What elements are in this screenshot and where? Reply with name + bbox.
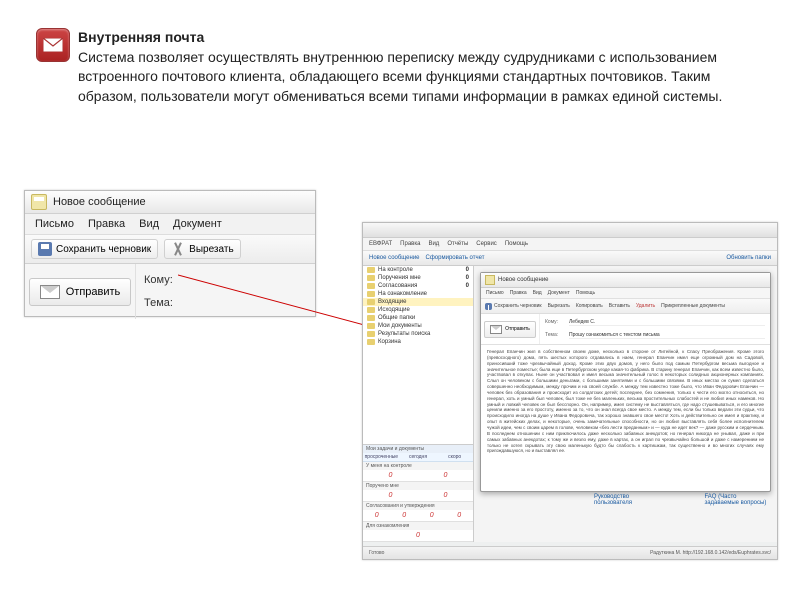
compose-window: Новое сообщение Письмо Правка Вид Докуме… — [480, 272, 771, 492]
send-button[interactable]: Отправить — [484, 321, 536, 338]
menu-item[interactable]: Письмо — [486, 290, 504, 296]
window-title: Новое сообщение — [498, 277, 549, 283]
faq-link[interactable]: FAQ (Часто задаваемые вопросы) — [704, 494, 769, 506]
screenshot-new-message: Новое сообщение Письмо Правка Вид Докуме… — [24, 190, 316, 317]
folder-item[interactable]: Общие папки — [363, 314, 473, 322]
menu-item[interactable]: Вид — [533, 290, 542, 296]
attach-button[interactable]: Прикрепленные документы — [661, 303, 725, 309]
user-guide-link[interactable]: Руководство пользователя — [594, 494, 644, 506]
task-group-title: Согласования и утверждения — [363, 502, 473, 510]
folder-icon — [367, 299, 375, 305]
menu-item[interactable]: Письмо — [35, 218, 74, 230]
folder-icon — [367, 267, 375, 273]
folder-icon — [367, 315, 375, 321]
folder-icon — [367, 339, 375, 345]
send-button[interactable]: Отправить — [29, 278, 132, 306]
task-group-title: У меня на контроле — [363, 462, 473, 470]
folder-icon — [367, 283, 375, 289]
to-label: Кому: — [545, 319, 565, 326]
save-icon — [485, 303, 492, 310]
tasks-header: Мои задачи и документы — [363, 445, 473, 453]
folder-tree: На контроле0Поручения мне0Согласования0Н… — [363, 266, 473, 444]
folder-icon — [367, 331, 375, 337]
status-ready: Готово — [369, 550, 384, 556]
section-description: Система позволяет осуществлять внутренню… — [78, 49, 722, 104]
app-titlebar — [363, 223, 777, 238]
subject-label: Тема: — [144, 297, 307, 309]
folder-item[interactable]: На контроле0 — [363, 266, 473, 274]
subject-field[interactable]: Прошу ознакомиться с текстом письма — [569, 332, 765, 339]
menu-item[interactable]: Вид — [139, 218, 159, 230]
copy-button[interactable]: Копировать — [576, 303, 603, 309]
menu-item[interactable]: Правка — [510, 290, 527, 296]
folder-item[interactable]: На ознакомление — [363, 290, 473, 298]
cut-button[interactable]: Вырезать — [164, 239, 240, 259]
task-count: 0 — [446, 510, 474, 521]
menu-item[interactable]: Отчёты — [447, 241, 468, 247]
task-count: 0 — [363, 470, 418, 481]
folder-icon — [367, 291, 375, 297]
task-count: 0 — [418, 490, 473, 501]
menu-item[interactable]: Вид — [428, 241, 439, 247]
message-body[interactable]: Генерал Епанчин жил в собственном своем … — [481, 345, 770, 495]
folder-icon — [367, 307, 375, 313]
to-label: Кому: — [144, 274, 307, 286]
window-titlebar: Новое сообщение — [25, 191, 315, 214]
task-count: 0 — [363, 530, 473, 541]
app-name: ЕВФРАТ — [369, 241, 392, 247]
task-count: 0 — [363, 490, 418, 501]
task-count: 0 — [363, 510, 391, 521]
toolbar: Сохранить черновик Вырезать — [25, 235, 315, 264]
paste-button[interactable]: Вставить — [609, 303, 630, 309]
folder-icon — [367, 323, 375, 329]
folder-item[interactable]: Поручения мне0 — [363, 274, 473, 282]
mail-icon — [36, 28, 70, 62]
menu-item[interactable]: Документ — [548, 290, 570, 296]
menu-item[interactable]: Помощь — [505, 241, 528, 247]
menubar: Письмо Правка Вид Документ — [25, 214, 315, 235]
menu-item[interactable]: Документ — [173, 218, 222, 230]
task-count: 0 — [391, 510, 419, 521]
save-draft-button[interactable]: Сохранить черновик — [485, 303, 542, 310]
to-field[interactable]: Лебедев С. — [569, 319, 765, 326]
menu-item[interactable]: Правка — [88, 218, 125, 230]
envelope-icon — [40, 285, 60, 299]
task-group-title: Для ознакомления — [363, 522, 473, 530]
task-count: 0 — [418, 510, 446, 521]
status-user: Радуткина М. http://192.168.0.142/eds/Eu… — [650, 550, 771, 556]
folder-icon — [367, 275, 375, 281]
subject-label: Тема: — [545, 332, 565, 339]
screenshot-app-window: ЕВФРАТ Правка Вид Отчёты Сервис Помощь Н… — [362, 222, 778, 560]
scissors-icon — [171, 242, 185, 256]
menu-item[interactable]: Помощь — [576, 290, 595, 296]
save-draft-button[interactable]: Сохранить черновик — [31, 239, 158, 259]
menu-item[interactable]: Сервис — [476, 241, 497, 247]
delete-button[interactable]: Удалить — [636, 303, 655, 309]
task-count: 0 — [418, 470, 473, 481]
folder-item[interactable]: Входящие — [363, 298, 473, 306]
window-title: Новое сообщение — [53, 196, 146, 208]
envelope-icon — [490, 325, 502, 334]
report-button[interactable]: Сформировать отчет — [426, 255, 485, 261]
section-title: Внутренняя почта — [78, 29, 204, 45]
folder-item[interactable]: Результаты поиска — [363, 330, 473, 338]
save-icon — [38, 242, 52, 256]
mail-compose-icon — [31, 194, 47, 210]
new-message-button[interactable]: Новое сообщение — [369, 255, 420, 261]
cut-button[interactable]: Вырезать — [548, 303, 570, 309]
menu-item[interactable]: Правка — [400, 241, 420, 247]
folder-item[interactable]: Мои документы — [363, 322, 473, 330]
folder-item[interactable]: Согласования0 — [363, 282, 473, 290]
refresh-button[interactable]: Обновить папки — [726, 255, 771, 261]
mail-compose-icon — [485, 275, 495, 285]
folder-item[interactable]: Исходящие — [363, 306, 473, 314]
task-group-title: Поручено мне — [363, 482, 473, 490]
folder-item[interactable]: Корзина — [363, 338, 473, 346]
